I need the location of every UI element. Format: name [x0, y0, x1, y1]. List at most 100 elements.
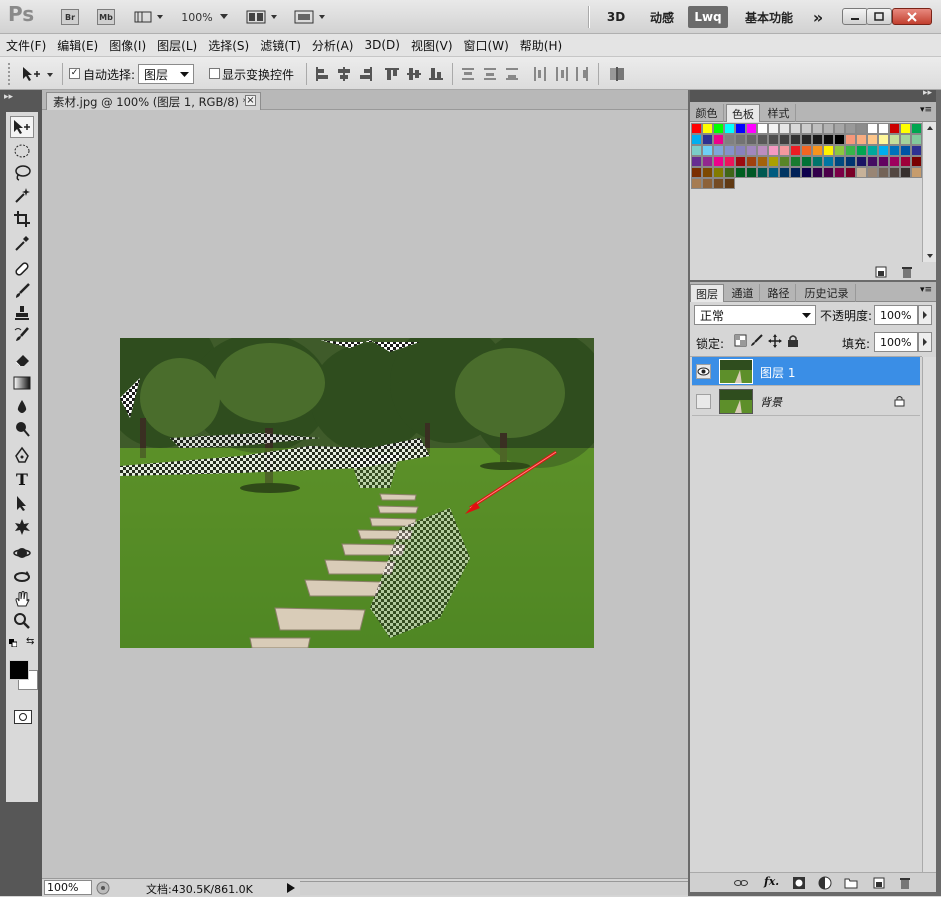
menu-help[interactable]: 帮助(H) — [520, 37, 562, 54]
color-swatch[interactable] — [724, 156, 735, 167]
color-swatch[interactable] — [735, 145, 746, 156]
color-swatch[interactable] — [834, 156, 845, 167]
panel-menu-icon[interactable]: ▾≡ — [920, 105, 932, 115]
auto-align-icon[interactable] — [608, 66, 626, 82]
color-swatch[interactable] — [889, 156, 900, 167]
color-swatch[interactable] — [746, 167, 757, 178]
color-swatch[interactable] — [823, 156, 834, 167]
layer-visibility-toggle[interactable] — [696, 364, 711, 379]
screen-mode-button[interactable] — [292, 7, 330, 27]
distribute-buttons-group[interactable] — [460, 66, 590, 82]
color-swatch[interactable] — [823, 134, 834, 145]
minimize-button[interactable] — [842, 8, 868, 25]
color-swatch[interactable] — [702, 134, 713, 145]
workspace-lwq[interactable]: Lwq — [688, 6, 728, 28]
lasso-tool[interactable] — [10, 162, 34, 184]
color-swatch[interactable] — [757, 123, 768, 134]
tab-swatches[interactable]: 色板 — [726, 104, 760, 122]
marquee-tool[interactable] — [10, 140, 34, 162]
color-swatch[interactable] — [746, 156, 757, 167]
zoom-level-dropdown[interactable]: 100% — [180, 7, 232, 27]
color-swatch[interactable] — [713, 178, 724, 189]
collapse-dock-icon[interactable]: ▸▸ — [923, 88, 932, 98]
color-swatch[interactable] — [889, 123, 900, 134]
color-swatch[interactable] — [702, 123, 713, 134]
color-swatch[interactable] — [911, 123, 922, 134]
color-swatch[interactable] — [691, 178, 702, 189]
brush-tool[interactable] — [10, 280, 34, 302]
color-swatch[interactable] — [878, 167, 889, 178]
color-swatch[interactable] — [735, 156, 746, 167]
menu-window[interactable]: 窗口(W) — [464, 37, 509, 54]
color-swatch[interactable] — [702, 178, 713, 189]
color-swatch[interactable] — [735, 123, 746, 134]
add-mask-icon[interactable] — [792, 876, 806, 890]
new-swatch-icon[interactable] — [874, 265, 888, 279]
color-swatch[interactable] — [801, 145, 812, 156]
color-swatch[interactable] — [691, 123, 702, 134]
more-workspaces-button[interactable]: » — [806, 0, 830, 34]
color-swatch[interactable] — [746, 145, 757, 156]
default-colors-icon[interactable] — [9, 636, 18, 648]
color-swatch[interactable] — [790, 123, 801, 134]
color-swatch[interactable] — [746, 123, 757, 134]
color-swatch[interactable] — [779, 167, 790, 178]
color-swatch[interactable] — [691, 156, 702, 167]
color-swatch[interactable] — [867, 123, 878, 134]
tab-layers[interactable]: 图层 — [690, 284, 724, 302]
color-swatch[interactable] — [702, 145, 713, 156]
tool-preset-picker[interactable] — [20, 64, 58, 84]
color-swatch[interactable] — [878, 134, 889, 145]
pen-tool[interactable] — [10, 444, 34, 466]
workspace-3d[interactable]: 3D — [596, 0, 636, 34]
color-swatch[interactable] — [867, 167, 878, 178]
tab-paths[interactable]: 路径 — [762, 284, 796, 302]
color-swatch[interactable] — [856, 167, 867, 178]
color-swatch[interactable] — [856, 156, 867, 167]
color-swatch[interactable] — [801, 134, 812, 145]
color-swatch[interactable] — [801, 123, 812, 134]
color-swatch[interactable] — [823, 167, 834, 178]
history-brush-tool[interactable] — [10, 324, 34, 346]
color-swatch[interactable] — [746, 134, 757, 145]
color-swatch[interactable] — [691, 167, 702, 178]
color-swatch[interactable] — [768, 134, 779, 145]
color-swatch[interactable] — [834, 167, 845, 178]
color-swatch[interactable] — [889, 134, 900, 145]
color-swatch[interactable] — [724, 123, 735, 134]
color-swatch[interactable] — [702, 167, 713, 178]
collapse-toolbox-icon[interactable]: ▸▸ — [4, 92, 13, 102]
color-swatch[interactable] — [691, 134, 702, 145]
path-selection-tool[interactable] — [10, 492, 34, 514]
color-swatch[interactable] — [801, 167, 812, 178]
color-swatch[interactable] — [812, 145, 823, 156]
lock-position-icon[interactable] — [768, 334, 782, 348]
color-swatch[interactable] — [823, 123, 834, 134]
color-swatch[interactable] — [691, 145, 702, 156]
color-swatch[interactable] — [724, 178, 735, 189]
blur-tool[interactable] — [10, 396, 34, 418]
quick-mask-button[interactable] — [14, 710, 32, 724]
swatches-scrollbar[interactable] — [922, 122, 936, 262]
color-swatch[interactable] — [702, 156, 713, 167]
color-swatch[interactable] — [713, 134, 724, 145]
color-swatch[interactable] — [812, 134, 823, 145]
color-swatch[interactable] — [900, 123, 911, 134]
color-swatch[interactable] — [878, 123, 889, 134]
link-layers-icon[interactable] — [734, 876, 748, 890]
trash-icon[interactable] — [900, 265, 914, 279]
color-swatch[interactable] — [790, 156, 801, 167]
show-transform-checkbox[interactable] — [209, 68, 220, 79]
menu-file[interactable]: 文件(F) — [6, 37, 46, 54]
color-swatch[interactable] — [779, 134, 790, 145]
menu-filter[interactable]: 滤镜(T) — [260, 37, 301, 54]
horizontal-scrollbar[interactable] — [300, 881, 688, 895]
color-swatch[interactable] — [812, 156, 823, 167]
color-swatch[interactable] — [768, 123, 779, 134]
color-swatch[interactable] — [834, 134, 845, 145]
workspace-motion[interactable]: 动感 — [640, 0, 684, 34]
fill-input[interactable]: 100% — [874, 332, 918, 352]
color-swatch[interactable] — [801, 156, 812, 167]
align-buttons-group[interactable] — [314, 66, 446, 82]
color-swatch[interactable] — [768, 156, 779, 167]
